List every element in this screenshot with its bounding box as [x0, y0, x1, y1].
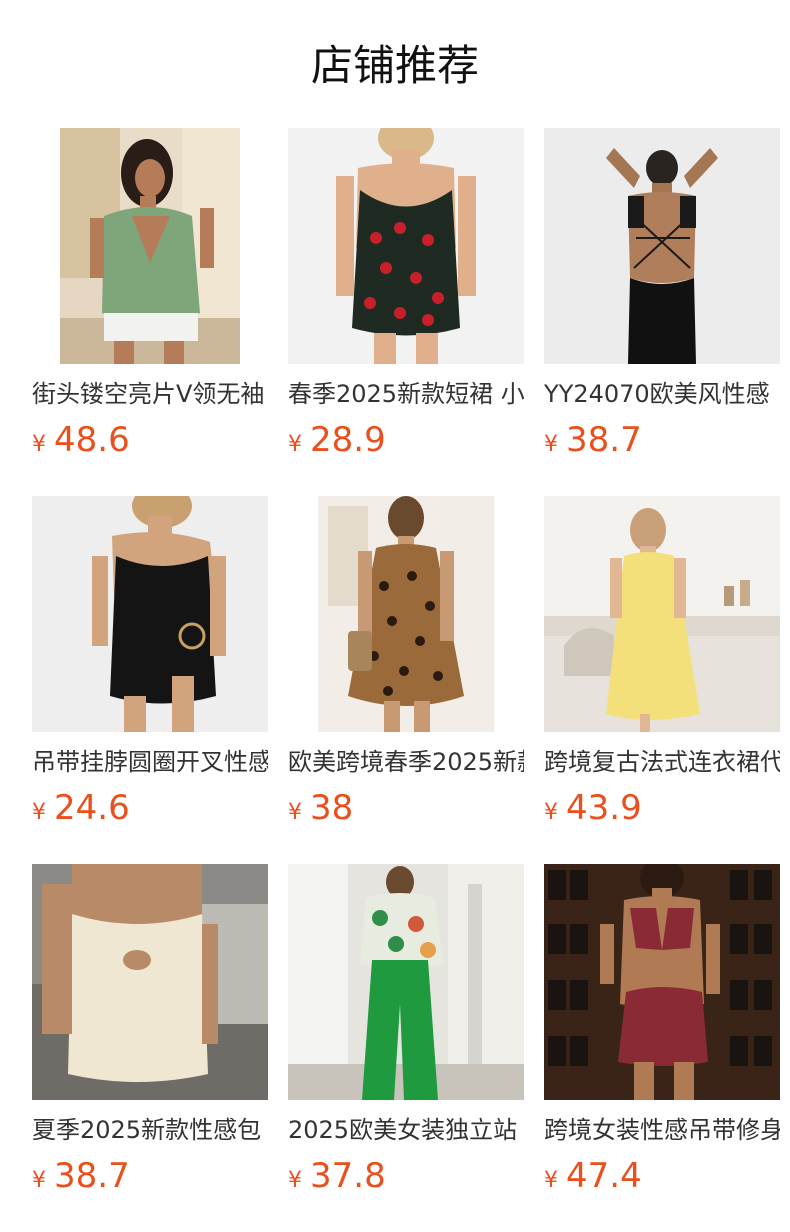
product-photo-leopard-dress — [288, 496, 524, 732]
product-photo-green-wide-pants — [288, 864, 524, 1100]
product-photo-burgundy-two-piece — [544, 864, 780, 1100]
product-card[interactable]: YY24070欧美风性感 ¥ 38.7 — [544, 128, 780, 496]
product-photo-black-halter-dress — [32, 496, 268, 732]
price-row: ¥ 38.7 — [32, 1156, 268, 1196]
product-card[interactable]: 欧美跨境春季2025新款 ¥ 38 — [288, 496, 524, 864]
product-photo-green-sequin-top — [32, 128, 268, 364]
product-price: 37.8 — [310, 1156, 386, 1196]
product-image[interactable] — [288, 128, 524, 364]
product-card[interactable]: 2025欧美女装独立站 ¥ 37.8 — [288, 864, 524, 1232]
product-price: 38.7 — [54, 1156, 130, 1196]
product-card[interactable]: 跨境复古法式连衣裙代 ¥ 43.9 — [544, 496, 780, 864]
product-card[interactable]: 跨境女装性感吊带修身 ¥ 47.4 — [544, 864, 780, 1232]
product-photo-cherry-print-dress — [288, 128, 524, 364]
product-price: 28.9 — [310, 420, 386, 460]
currency-symbol: ¥ — [288, 432, 302, 457]
product-photo-cream-satin-dress — [32, 864, 268, 1100]
product-card[interactable]: 街头镂空亮片V领无袖 ¥ 48.6 — [32, 128, 268, 496]
product-price: 24.6 — [54, 788, 130, 828]
product-image[interactable] — [544, 864, 780, 1100]
currency-symbol: ¥ — [544, 800, 558, 825]
currency-symbol: ¥ — [32, 800, 46, 825]
price-row: ¥ 47.4 — [544, 1156, 780, 1196]
product-image[interactable] — [544, 496, 780, 732]
currency-symbol: ¥ — [544, 432, 558, 457]
product-image[interactable] — [32, 496, 268, 732]
product-image[interactable] — [32, 864, 268, 1100]
product-image[interactable] — [544, 128, 780, 364]
product-price: 38.7 — [566, 420, 642, 460]
product-card[interactable]: 吊带挂脖圆圈开叉性感 ¥ 24.6 — [32, 496, 268, 864]
product-title[interactable]: 吊带挂脖圆圈开叉性感 — [32, 746, 268, 778]
product-card[interactable]: 春季2025新款短裙 小 ¥ 28.9 — [288, 128, 524, 496]
product-price: 38 — [310, 788, 354, 828]
currency-symbol: ¥ — [544, 1168, 558, 1193]
price-row: ¥ 48.6 — [32, 420, 268, 460]
price-row: ¥ 38.7 — [544, 420, 780, 460]
product-photo-yellow-maxi-dress — [544, 496, 780, 732]
currency-symbol: ¥ — [32, 432, 46, 457]
product-title[interactable]: 夏季2025新款性感包 — [32, 1114, 268, 1146]
product-image[interactable] — [32, 128, 268, 364]
currency-symbol: ¥ — [288, 800, 302, 825]
product-price: 47.4 — [566, 1156, 642, 1196]
product-image[interactable] — [288, 496, 524, 732]
product-title[interactable]: 春季2025新款短裙 小 — [288, 378, 524, 410]
currency-symbol: ¥ — [32, 1168, 46, 1193]
price-row: ¥ 28.9 — [288, 420, 524, 460]
price-row: ¥ 37.8 — [288, 1156, 524, 1196]
product-grid: 街头镂空亮片V领无袖 ¥ 48.6 春季2025新款短裙 小 ¥ 28.9 YY… — [32, 128, 780, 1232]
product-title[interactable]: 欧美跨境春季2025新款 — [288, 746, 524, 778]
product-title[interactable]: 跨境女装性感吊带修身 — [544, 1114, 780, 1146]
product-title[interactable]: 2025欧美女装独立站 — [288, 1114, 524, 1146]
price-row: ¥ 24.6 — [32, 788, 268, 828]
product-title[interactable]: 街头镂空亮片V领无袖 — [32, 378, 268, 410]
product-title[interactable]: YY24070欧美风性感 — [544, 378, 780, 410]
price-row: ¥ 43.9 — [544, 788, 780, 828]
price-row: ¥ 38 — [288, 788, 524, 828]
product-photo-black-backless-dress — [544, 128, 780, 364]
product-card[interactable]: 夏季2025新款性感包 ¥ 38.7 — [32, 864, 268, 1232]
product-image[interactable] — [288, 864, 524, 1100]
currency-symbol: ¥ — [288, 1168, 302, 1193]
product-title[interactable]: 跨境复古法式连衣裙代 — [544, 746, 780, 778]
product-price: 48.6 — [54, 420, 130, 460]
product-price: 43.9 — [566, 788, 642, 828]
section-title: 店铺推荐 — [310, 41, 479, 90]
